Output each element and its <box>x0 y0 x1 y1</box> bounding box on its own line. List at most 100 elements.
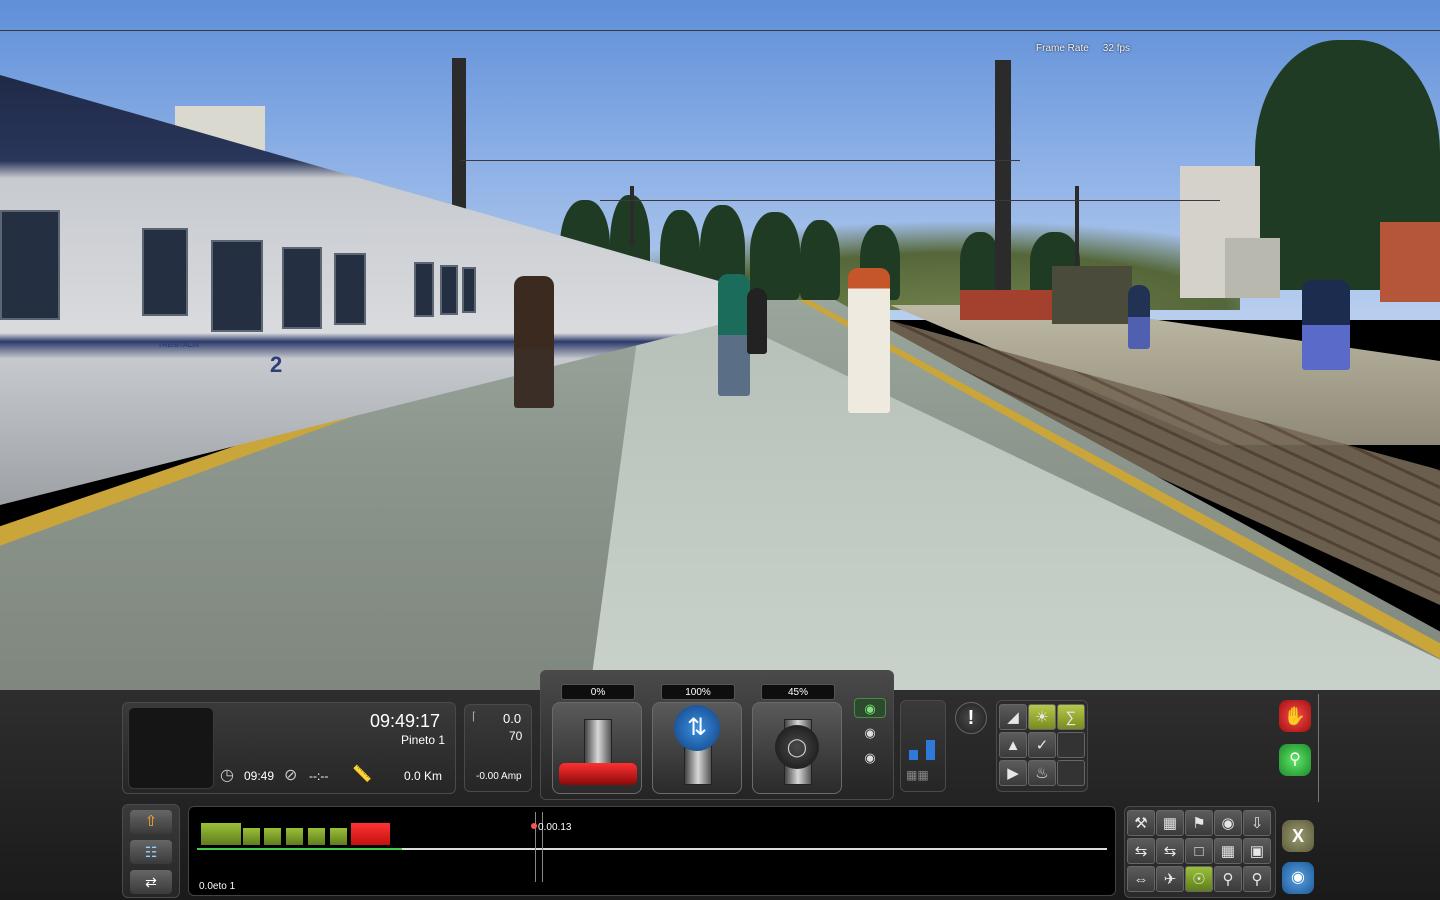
train-brand: TRENITALIA <box>158 342 200 349</box>
camera-cab-icon[interactable]: ◉ <box>854 698 886 718</box>
marker-icon[interactable]: ⚲ <box>1214 866 1242 892</box>
train-window <box>440 265 458 315</box>
arrow-down-icon[interactable]: ⇩ <box>1243 810 1271 836</box>
train-window <box>414 262 434 317</box>
passenger-far-platform <box>1128 285 1150 349</box>
passenger-woman-white <box>848 268 890 413</box>
frame-rate-label: Frame Rate <box>1036 43 1089 54</box>
eta-clock-icon: ◷ <box>220 767 234 784</box>
current-speed: 0.0 <box>503 711 522 726</box>
plane-icon[interactable]: ✈ <box>1156 866 1184 892</box>
freight-wagons <box>960 290 1055 320</box>
reverser-arrows-icon: ⇅ <box>674 705 720 751</box>
track-progress-completed <box>197 848 402 850</box>
game-clock: 09:49:17 <box>370 711 441 731</box>
bus-icon[interactable]: ▦ <box>1214 838 1242 864</box>
globe-icon[interactable]: ☉ <box>1185 866 1213 892</box>
bell-icon[interactable]: ♨ <box>1028 760 1056 786</box>
brake-knob-icon: ◯ <box>775 725 819 769</box>
helicopter-2-icon[interactable]: ⇆ <box>1156 838 1184 864</box>
throttle-percent: 0% <box>561 684 635 700</box>
sand-icon[interactable]: ∑ <box>1057 704 1085 730</box>
catenary-pole <box>1075 186 1079 266</box>
camera-trackside-icon[interactable]: ◉ <box>854 748 886 768</box>
tree <box>960 232 1000 297</box>
alert-button[interactable]: ! <box>955 702 987 734</box>
brush-icon[interactable]: ✓ <box>1028 732 1056 758</box>
empty-slot <box>1057 760 1085 786</box>
empty-slot <box>1057 732 1085 758</box>
seat-icon[interactable]: □ <box>1185 838 1213 864</box>
upload-icon[interactable]: ⇧ <box>130 810 172 834</box>
train-window <box>0 210 60 320</box>
train-class: 2 <box>270 352 283 377</box>
track-segment <box>243 828 260 845</box>
car-icon[interactable]: ▣ <box>1243 838 1271 864</box>
train-window <box>334 253 366 325</box>
brake-lever[interactable]: ◯ <box>752 702 842 794</box>
flag-icon[interactable]: ⚑ <box>1185 810 1213 836</box>
track-segment-red <box>351 823 390 845</box>
helicopter-1-icon[interactable]: ⇆ <box>1127 838 1155 864</box>
distance-readout: 0.0 Km <box>404 769 443 783</box>
building-right-2 <box>1225 238 1280 298</box>
catenary-pole <box>630 186 634 246</box>
throttle-bar-indicator <box>559 763 637 785</box>
signal-icon[interactable]: ◉ <box>1214 810 1242 836</box>
next-station: Pineto 1 <box>401 733 446 747</box>
passenger-man <box>514 276 554 408</box>
headlight-icon[interactable]: ☀ <box>1028 704 1056 730</box>
amperage: -0.00 Amp <box>476 771 522 782</box>
horn-icon[interactable]: ▶ <box>999 760 1027 786</box>
track-segment <box>330 828 347 845</box>
speed-icon: ⌈ <box>472 711 477 723</box>
train-window <box>462 267 476 313</box>
track-segment <box>308 828 325 845</box>
catenary-pole <box>452 58 466 220</box>
close-button[interactable]: X <box>1282 820 1314 852</box>
train-window <box>282 247 322 329</box>
reverser-lever[interactable]: ⇅ <box>652 702 742 794</box>
train-window <box>142 228 188 316</box>
track-segment <box>264 828 281 845</box>
key-button[interactable]: ⚲ <box>1279 744 1311 776</box>
train-window <box>211 240 263 332</box>
track-segment <box>286 828 303 845</box>
clock-panel-left <box>128 707 214 789</box>
pin-icon[interactable]: ⚲ <box>1243 866 1271 892</box>
emergency-button[interactable]: ✋ <box>1279 700 1311 732</box>
brake-percent: 45% <box>761 684 835 700</box>
hud-divider <box>1318 694 1319 802</box>
camera-external-icon[interactable]: ◉ <box>854 723 886 743</box>
reverser-percent: 100% <box>661 684 735 700</box>
frame-rate-value: 32 fps <box>1102 43 1131 54</box>
power-meter-bar <box>926 740 935 760</box>
building-red <box>1380 222 1440 302</box>
pantograph-icon[interactable]: ▲ <box>999 732 1027 758</box>
eta-dashes: --:-- <box>309 769 329 783</box>
catenary-pole <box>995 60 1011 324</box>
overhead-wire <box>460 160 1020 161</box>
screenshot-button[interactable]: ◉ <box>1282 862 1314 894</box>
overhead-wire <box>0 30 1440 31</box>
speed-limit: 70 <box>509 729 523 743</box>
wiper-icon[interactable]: ◢ <box>999 704 1027 730</box>
tree <box>800 220 840 300</box>
throttle-lever[interactable] <box>552 702 642 794</box>
coupling-icon[interactable]: ⇄ <box>130 870 172 894</box>
ruler-icon: 📏 <box>352 766 372 783</box>
train-view-icon[interactable]: ▦ <box>1156 810 1184 836</box>
no-clock-icon: ⊘ <box>284 767 298 784</box>
passenger-far-platform <box>1302 280 1350 370</box>
wrench-icon[interactable]: ⚒ <box>1127 810 1155 836</box>
track-segment <box>201 823 241 845</box>
overhead-wire <box>600 200 1220 201</box>
passenger-woman <box>718 274 750 396</box>
direction-icon[interactable]: ⇔ <box>1127 866 1155 892</box>
signal-light-icon <box>531 823 537 829</box>
eta-time: 09:49 <box>244 769 275 783</box>
info-card-icon[interactable]: ☷ <box>130 840 172 864</box>
meter-icons: ▦▦ <box>906 768 929 782</box>
signal-readout: 0.13 <box>552 822 572 833</box>
game-viewport[interactable]: TRENITALIA 2 Frame Rate 32 fps <box>0 0 1440 690</box>
